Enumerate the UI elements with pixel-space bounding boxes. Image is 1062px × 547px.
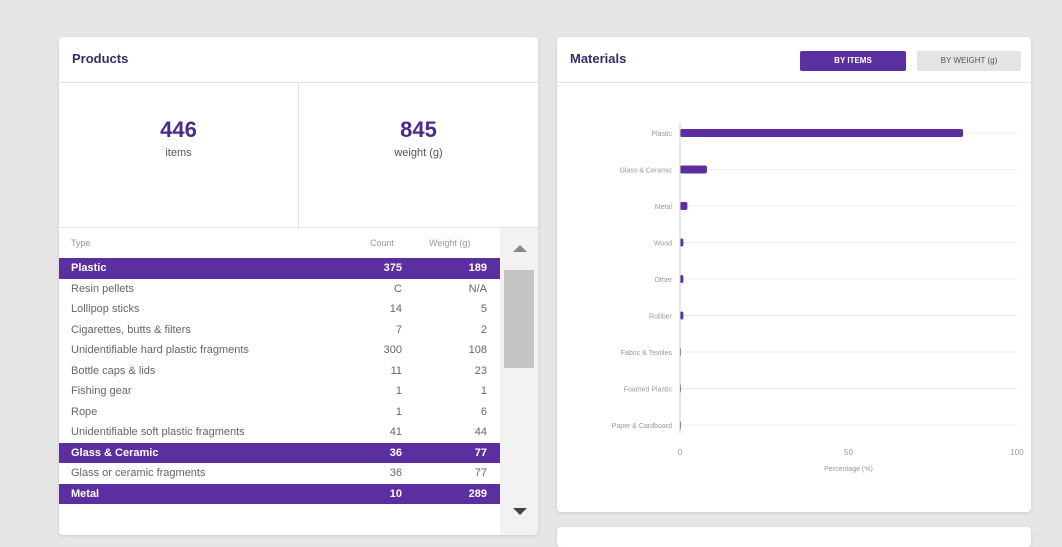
- items-value: 446: [160, 117, 197, 142]
- scroll-up-icon[interactable]: [513, 245, 527, 252]
- row-weight: 5: [480, 303, 487, 315]
- row-count: 36: [389, 446, 402, 459]
- products-card: Products 446 items 845 weight (g) Type C…: [59, 37, 538, 535]
- column-weight[interactable]: Weight (g): [429, 238, 470, 248]
- materials-chart: Plastic Glass & Ceramic Metal Wood Other Rubb…: [612, 123, 1024, 473]
- bar: [680, 275, 684, 283]
- category-label: Wood: [654, 241, 672, 248]
- table-row[interactable]: Fishing gear 1 1: [59, 381, 500, 402]
- bar: [680, 129, 964, 137]
- materials-header: Materials BY ITEMS BY WEIGHT (g): [557, 37, 1031, 83]
- table-row[interactable]: Cigarettes, butts & filters 7 2: [59, 320, 500, 341]
- table-row[interactable]: Lollipop sticks 14 5: [59, 299, 500, 320]
- table-scrollbar[interactable]: [500, 228, 538, 535]
- weight-stat: 845 weight (g): [299, 83, 538, 227]
- bar: [680, 311, 684, 320]
- category-label: Other: [654, 277, 672, 284]
- category-label: Rubber: [649, 314, 673, 321]
- row-type: Glass & Ceramic: [71, 446, 159, 459]
- bar: [680, 238, 684, 247]
- bar: [680, 202, 688, 210]
- row-count: 1: [395, 385, 402, 397]
- row-type: Rope: [71, 405, 98, 418]
- row-type: Unidentifiable hard plastic fragments: [71, 344, 249, 356]
- row-type: Lollipop sticks: [71, 303, 140, 315]
- category-label: Paper & Cardboard: [612, 423, 672, 430]
- materials-title: Materials: [570, 51, 627, 66]
- x-tick-label: 100: [1010, 448, 1024, 457]
- x-axis-label: Percentage (%): [824, 466, 873, 473]
- row-type: Metal: [71, 487, 100, 500]
- table-row[interactable]: Glass or ceramic fragments 36 77: [59, 463, 500, 484]
- row-weight: 2: [480, 323, 487, 336]
- items-stat: 446 items: [59, 83, 299, 227]
- row-type: Plastic: [71, 262, 107, 274]
- row-count: C: [394, 282, 402, 295]
- x-tick-label: 50: [844, 448, 853, 457]
- row-type: Unidentifiable soft plastic fragments: [71, 426, 245, 438]
- products-table: Type Count Weight (g) Plastic 375 189 Resin…: [59, 228, 500, 504]
- column-type[interactable]: Type: [71, 238, 91, 248]
- weight-label: weight (g): [394, 147, 443, 159]
- scroll-down-icon[interactable]: [513, 508, 527, 515]
- row-count: 10: [389, 487, 402, 500]
- column-count[interactable]: Count: [370, 238, 394, 248]
- table-group-row[interactable]: Glass & Ceramic 36 77: [59, 442, 500, 463]
- row-weight: 77: [474, 446, 487, 459]
- products-title: Products: [72, 51, 129, 66]
- row-weight: 6: [480, 405, 487, 418]
- bar: [680, 165, 707, 174]
- row-count: 14: [389, 303, 402, 315]
- table-group-row[interactable]: Plastic 375 189: [59, 258, 500, 279]
- category-label: Foamed Plastic: [624, 387, 673, 394]
- scrollbar-thumb[interactable]: [504, 270, 534, 368]
- row-weight: 1: [480, 385, 487, 397]
- row-weight: 289: [468, 487, 487, 500]
- by-weight-button[interactable]: BY WEIGHT (g): [917, 51, 1021, 71]
- table-row[interactable]: Resin pellets C N/A: [59, 279, 500, 300]
- row-weight: 77: [474, 467, 487, 479]
- items-label: items: [165, 147, 192, 159]
- table-row[interactable]: Rope 1 6: [59, 402, 500, 423]
- category-label: Glass & Ceramic: [619, 168, 672, 175]
- row-weight: N/A: [468, 282, 487, 295]
- row-weight: 189: [468, 262, 487, 274]
- by-items-button[interactable]: BY ITEMS: [800, 51, 906, 71]
- table-row[interactable]: Unidentifiable soft plastic fragments 41 4…: [59, 422, 500, 443]
- row-count: 1: [395, 405, 402, 418]
- row-count: 41: [389, 426, 402, 438]
- row-weight: 23: [474, 364, 487, 377]
- row-count: 300: [383, 344, 402, 356]
- lower-card: [557, 527, 1031, 547]
- row-count: 375: [383, 262, 402, 274]
- row-count: 36: [389, 467, 402, 479]
- row-type: Fishing gear: [71, 385, 132, 397]
- table-body: Plastic 375 189 Resin pellets C N/A Lollipop s…: [59, 258, 500, 504]
- row-type: Glass or ceramic fragments: [71, 467, 206, 479]
- table-group-row[interactable]: Metal 10 289: [59, 483, 500, 504]
- row-weight: 108: [468, 344, 487, 356]
- row-type: Cigarettes, butts & filters: [71, 323, 191, 336]
- materials-card: Materials BY ITEMS BY WEIGHT (g) Plastic…: [557, 37, 1031, 512]
- row-type: Bottle caps & lids: [71, 364, 156, 377]
- products-header: Products: [59, 37, 538, 83]
- category-label: Plastic: [651, 131, 672, 138]
- row-weight: 44: [474, 426, 487, 438]
- products-summary: 446 items 845 weight (g): [59, 83, 538, 228]
- table-header: Type Count Weight (g): [59, 228, 500, 258]
- row-count: 7: [395, 323, 402, 336]
- table-row[interactable]: Unidentifiable hard plastic fragments 300…: [59, 340, 500, 361]
- category-label: Fabric & Textiles: [621, 350, 673, 357]
- row-type: Resin pellets: [71, 282, 134, 295]
- weight-value: 845: [400, 117, 437, 142]
- table-row[interactable]: Bottle caps & lids 11 23: [59, 361, 500, 382]
- x-tick-label: 0: [678, 448, 683, 457]
- category-label: Metal: [655, 204, 673, 211]
- row-count: 11: [390, 364, 402, 377]
